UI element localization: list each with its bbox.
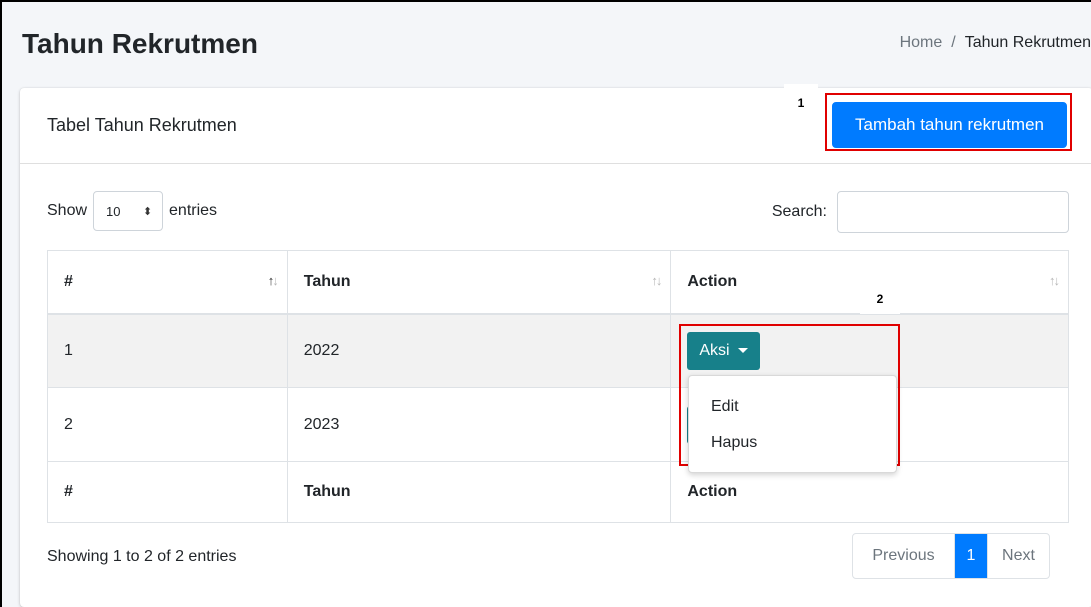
cell-number: 1 bbox=[47, 313, 288, 388]
aksi-dropdown-menu: Edit Hapus bbox=[688, 375, 897, 473]
breadcrumb-home-link[interactable]: Home bbox=[900, 34, 943, 51]
annotation-label-2: 2 bbox=[860, 282, 900, 314]
pagination-previous[interactable]: Previous bbox=[853, 534, 955, 578]
table-row: 1 2022 Aksi bbox=[47, 313, 1069, 388]
column-header-label: Action bbox=[687, 272, 738, 290]
pagination-page-1[interactable]: 1 bbox=[955, 534, 987, 578]
table-header-row: # ↑↓ Tahun ↑↓ Action ↑↓ bbox=[47, 250, 1069, 315]
page-length-select[interactable]: 10 ⬍ bbox=[93, 191, 164, 231]
search-control: Search: bbox=[772, 191, 1069, 233]
table-info: Showing 1 to 2 of 2 entries bbox=[47, 548, 237, 565]
data-table: # ↑↓ Tahun ↑↓ Action ↑↓ 1 2022 Aksi 2 20… bbox=[47, 250, 1069, 523]
tahun-rekrutmen-card: Tabel Tahun Rekrutmen Tambah tahun rekru… bbox=[20, 88, 1091, 607]
select-updown-icon: ⬍ bbox=[142, 205, 153, 218]
page-length-value: 10 bbox=[106, 203, 121, 219]
dropdown-item-hapus[interactable]: Hapus bbox=[711, 434, 757, 452]
page-title: Tahun Rekrutmen bbox=[22, 28, 258, 59]
column-header-label: # bbox=[64, 272, 73, 290]
sort-asc-icon: ↑↓ bbox=[267, 273, 279, 288]
page-length-control: Show 10 ⬍ entries bbox=[47, 191, 217, 231]
search-label: Search: bbox=[771, 203, 827, 220]
breadcrumb-current: Tahun Rekrutmen bbox=[964, 34, 1091, 51]
cell-tahun: 2022 bbox=[286, 313, 672, 388]
table-footer-row: # Tahun Action bbox=[47, 461, 1069, 523]
annotation-box-1 bbox=[825, 93, 1072, 151]
sort-icon: ↑↓ bbox=[651, 273, 662, 288]
sort-icon: ↑↓ bbox=[1049, 273, 1060, 288]
pagination: Previous 1 Next bbox=[852, 533, 1050, 579]
cell-number: 2 bbox=[47, 387, 288, 462]
column-header-number[interactable]: # ↑↓ bbox=[47, 250, 288, 315]
content-header: Tahun Rekrutmen Home / Tahun Rekrutmen bbox=[2, 2, 1091, 88]
entries-label: entries bbox=[169, 202, 218, 219]
card-title: Tabel Tahun Rekrutmen bbox=[47, 115, 237, 135]
cell-tahun: 2023 bbox=[286, 387, 672, 462]
footer-header-number: # bbox=[47, 461, 288, 523]
breadcrumb-separator: / bbox=[951, 34, 956, 51]
annotation-label-1: 1 bbox=[784, 84, 818, 122]
search-input[interactable] bbox=[837, 191, 1069, 233]
column-header-label: Tahun bbox=[303, 272, 351, 290]
table-row: 2 2023 bbox=[47, 387, 1069, 462]
dropdown-item-edit[interactable]: Edit bbox=[711, 398, 739, 416]
footer-header-tahun: Tahun bbox=[286, 461, 672, 523]
show-label: Show bbox=[47, 202, 88, 219]
breadcrumb: Home / Tahun Rekrutmen bbox=[900, 34, 1091, 52]
pagination-next[interactable]: Next bbox=[987, 534, 1049, 578]
column-header-tahun[interactable]: Tahun ↑↓ bbox=[286, 250, 672, 315]
